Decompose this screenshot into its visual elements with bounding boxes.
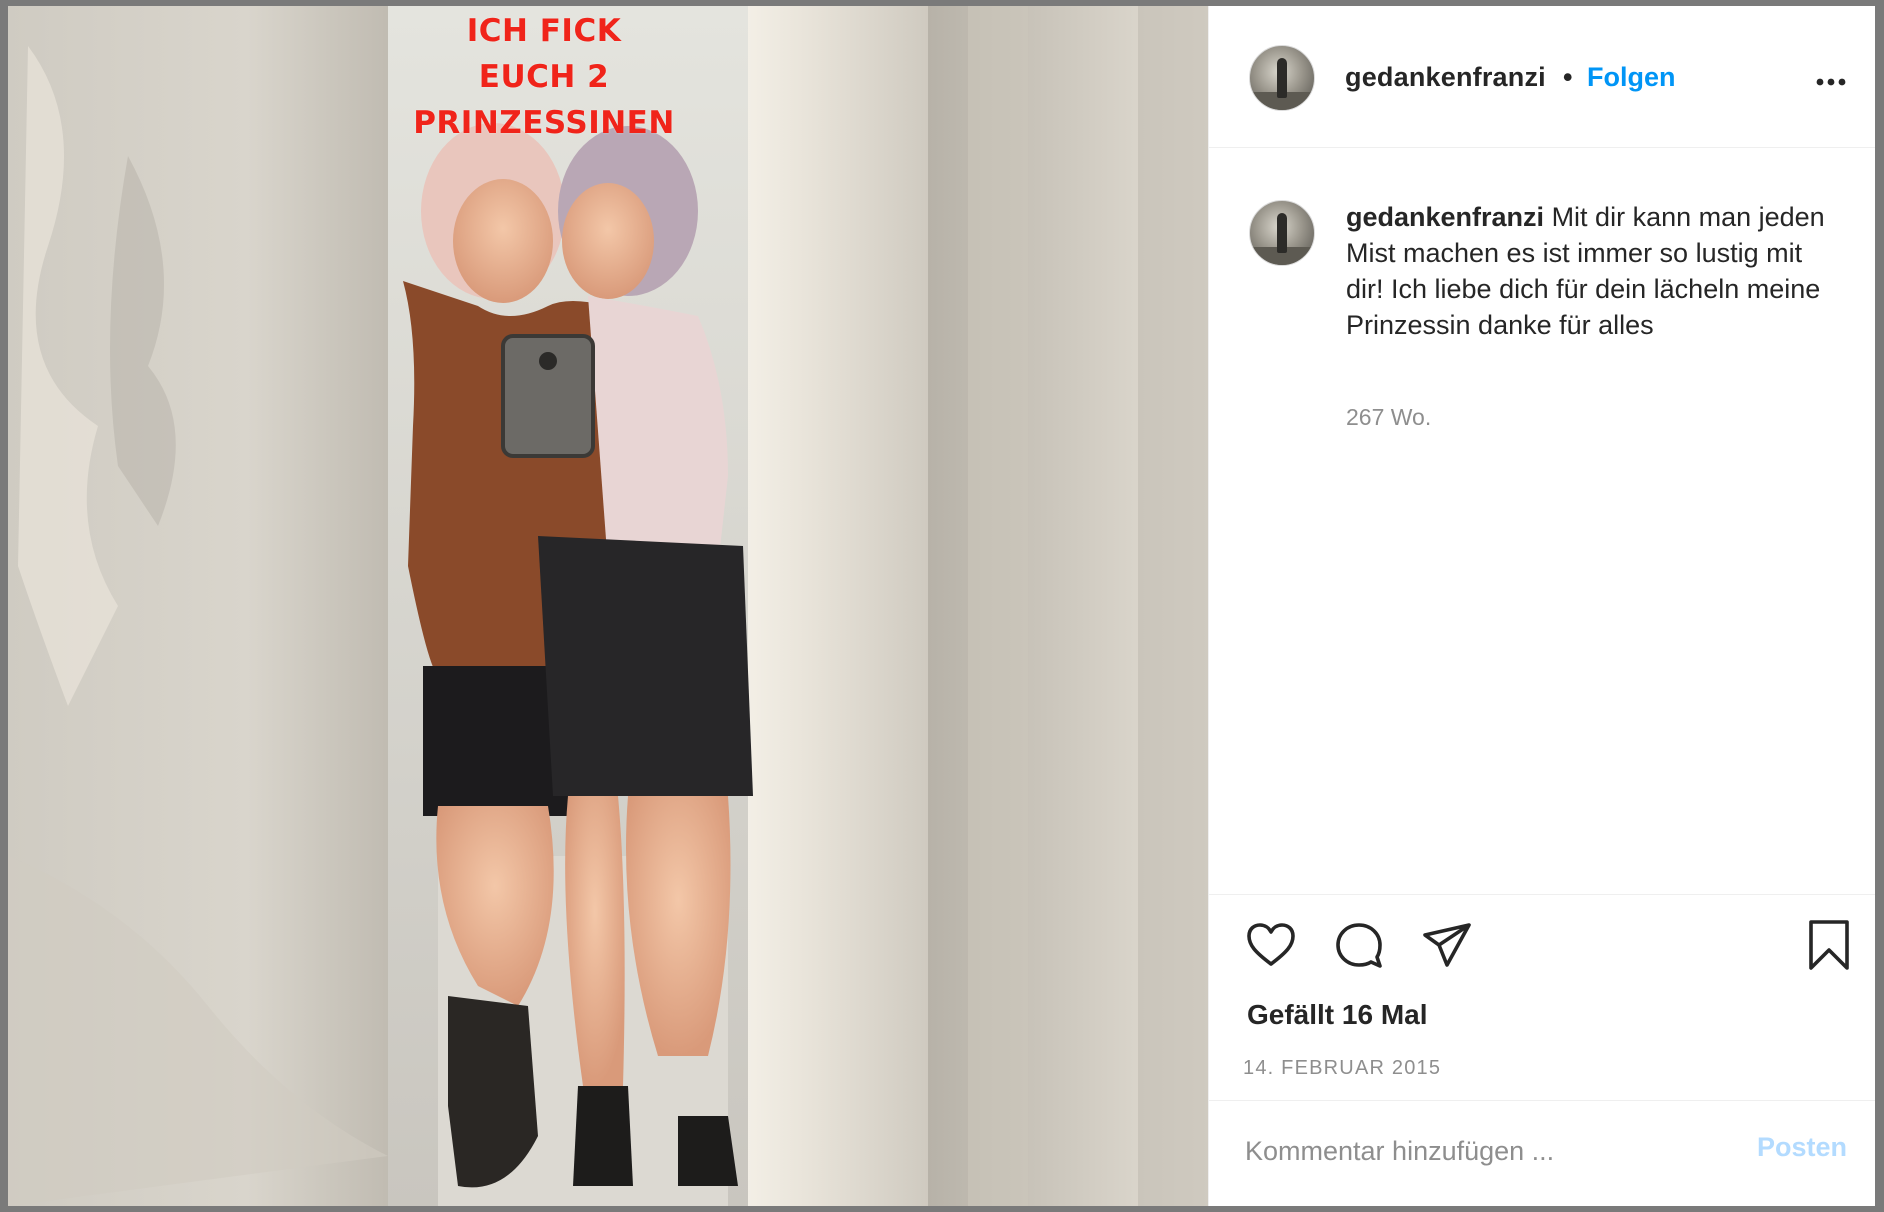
share-icon[interactable] bbox=[1419, 917, 1475, 973]
bookmark-icon[interactable] bbox=[1801, 917, 1857, 973]
separator-dot: • bbox=[1563, 62, 1573, 92]
photo-overlay-text: ICH FICK EUCH 2 PRINZESSINEN bbox=[388, 8, 700, 146]
avatar[interactable] bbox=[1249, 45, 1315, 111]
post-header: gedankenfranzi • Folgen bbox=[1209, 6, 1875, 148]
comment-icon[interactable] bbox=[1331, 917, 1387, 973]
photo-illustration bbox=[8, 6, 1208, 1206]
follow-button[interactable]: Folgen bbox=[1587, 62, 1676, 93]
comment-bar: Posten bbox=[1209, 1100, 1875, 1206]
post-modal: ICH FICK EUCH 2 PRINZESSINEN gedankenfra… bbox=[8, 6, 1875, 1206]
caption-age[interactable]: 267 Wo. bbox=[1346, 404, 1431, 431]
avatar-figure bbox=[1277, 58, 1287, 98]
comment-input[interactable] bbox=[1245, 1129, 1715, 1173]
overlay-line: PRINZESSINEN bbox=[413, 105, 675, 141]
more-horizontal-icon[interactable] bbox=[1811, 58, 1851, 98]
post-side-panel: gedankenfranzi • Folgen gedankenfranzi M… bbox=[1208, 6, 1875, 1206]
username-link[interactable]: gedankenfranzi bbox=[1345, 62, 1546, 93]
window-frame: ICH FICK EUCH 2 PRINZESSINEN gedankenfra… bbox=[0, 0, 1884, 1212]
heart-icon[interactable] bbox=[1243, 917, 1299, 973]
post-date[interactable]: 14. FEBRUAR 2015 bbox=[1243, 1057, 1441, 1080]
overlay-line: EUCH 2 bbox=[478, 59, 610, 95]
avatar-figure bbox=[1277, 213, 1287, 253]
post-comment-button[interactable]: Posten bbox=[1757, 1132, 1847, 1163]
caption-username[interactable]: gedankenfranzi bbox=[1346, 202, 1544, 232]
caption-avatar[interactable] bbox=[1249, 200, 1315, 266]
post-photo: ICH FICK EUCH 2 PRINZESSINEN bbox=[8, 6, 1208, 1206]
actions-bar: Gefällt 16 Mal 14. FEBRUAR 2015 bbox=[1209, 894, 1875, 1101]
likes-count[interactable]: Gefällt 16 Mal bbox=[1247, 999, 1428, 1031]
overlay-line: ICH FICK bbox=[466, 13, 622, 49]
caption-text: gedankenfranzi Mit dir kann man jeden Mi… bbox=[1346, 199, 1846, 343]
